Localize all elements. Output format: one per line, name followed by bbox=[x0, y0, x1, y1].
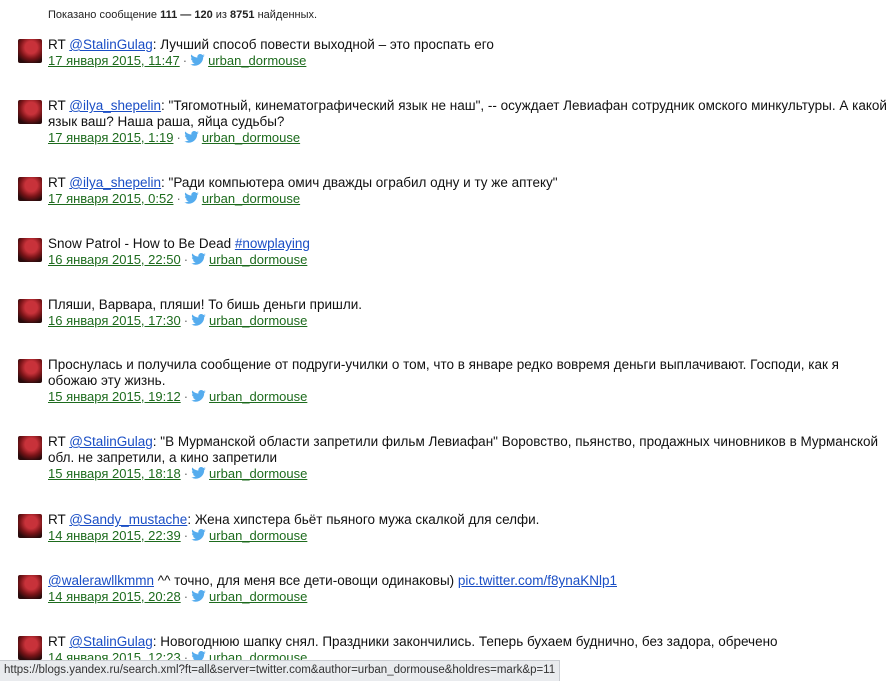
avatar[interactable] bbox=[18, 636, 42, 660]
post-date-link[interactable]: 15 января 2015, 19:12 bbox=[48, 389, 181, 404]
avatar[interactable] bbox=[18, 299, 42, 323]
avatar[interactable] bbox=[18, 514, 42, 538]
post-date-link[interactable]: 14 января 2015, 22:39 bbox=[48, 528, 181, 543]
twitter-bird-icon bbox=[191, 467, 206, 479]
pic-link[interactable]: pic.twitter.com/f8ynaKNlp1 bbox=[458, 573, 617, 588]
rt-label: RT bbox=[48, 175, 66, 190]
mention-link[interactable]: @StalinGulag bbox=[69, 434, 153, 449]
post-text: @walerawllkmmn ^^ точно, для меня все де… bbox=[48, 573, 617, 588]
post-text: RT @Sandy_mustache: Жена хипстера бьёт п… bbox=[48, 512, 540, 527]
author-link[interactable]: urban_dormouse bbox=[209, 466, 307, 481]
post-text: Проснулась и получила сообщение от подру… bbox=[48, 357, 839, 388]
post-meta: 14 января 2015, 22:39 · urban_dormouse bbox=[48, 528, 308, 543]
browser-status-bar: https://blogs.yandex.ru/search.xml?ft=al… bbox=[0, 660, 561, 681]
post-meta: 16 января 2015, 17:30 · urban_dormouse bbox=[48, 313, 308, 328]
post-meta: 17 января 2015, 0:52 · urban_dormouse bbox=[48, 191, 301, 206]
rt-label: RT bbox=[48, 634, 66, 649]
mention-link[interactable]: @ilya_shepelin bbox=[69, 175, 161, 190]
author-link[interactable]: urban_dormouse bbox=[202, 130, 300, 145]
avatar[interactable] bbox=[18, 359, 42, 383]
author-link[interactable]: urban_dormouse bbox=[202, 191, 300, 206]
post-date-link[interactable]: 17 января 2015, 11:47 bbox=[48, 53, 180, 68]
post-text: RT @ilya_shepelin: "Ради компьютера омич… bbox=[48, 175, 558, 190]
status-url: https://blogs.yandex.ru/search.xml?ft=al… bbox=[4, 664, 556, 676]
post-date-link[interactable]: 14 января 2015, 20:28 bbox=[48, 589, 181, 604]
post-text: RT @ilya_shepelin: "Тягомотный, кинемато… bbox=[48, 98, 887, 129]
avatar[interactable] bbox=[18, 575, 42, 599]
post-meta: 16 января 2015, 22:50 · urban_dormouse bbox=[48, 252, 308, 267]
author-link[interactable]: urban_dormouse bbox=[209, 252, 307, 267]
post-date-link[interactable]: 17 января 2015, 0:52 bbox=[48, 191, 173, 206]
hashtag-link[interactable]: #nowplaying bbox=[235, 236, 310, 251]
twitter-bird-icon bbox=[190, 54, 205, 66]
post-meta: 15 января 2015, 19:12 · urban_dormouse bbox=[48, 389, 308, 404]
results-summary: Показано сообщение 111 — 120 из 8751 най… bbox=[48, 9, 318, 21]
twitter-bird-icon bbox=[191, 390, 206, 402]
post-date-link[interactable]: 16 января 2015, 22:50 bbox=[48, 252, 181, 267]
rt-label: RT bbox=[48, 98, 66, 113]
twitter-bird-icon bbox=[191, 590, 206, 602]
twitter-bird-icon bbox=[191, 253, 206, 265]
post-text: Snow Patrol - How to Be Dead #nowplaying bbox=[48, 236, 310, 251]
post-meta: 14 января 2015, 20:28 · urban_dormouse bbox=[48, 589, 308, 604]
author-link[interactable]: urban_dormouse bbox=[209, 313, 307, 328]
post-text: RT @StalinGulag: "В Мурманской области з… bbox=[48, 434, 879, 465]
avatar[interactable] bbox=[18, 39, 42, 63]
avatar[interactable] bbox=[18, 436, 42, 460]
post-meta: 15 января 2015, 18:18 · urban_dormouse bbox=[48, 466, 308, 481]
avatar[interactable] bbox=[18, 177, 42, 201]
post-text: Пляши, Варвара, пляши! То бишь деньги пр… bbox=[48, 297, 362, 312]
mention-link[interactable]: @walerawllkmmn bbox=[48, 573, 154, 588]
post-meta: 17 января 2015, 1:19 · urban_dormouse bbox=[48, 130, 301, 145]
twitter-bird-icon bbox=[184, 131, 199, 143]
mention-link[interactable]: @StalinGulag bbox=[69, 634, 153, 649]
twitter-bird-icon bbox=[191, 314, 206, 326]
avatar[interactable] bbox=[18, 238, 42, 262]
post-text: RT @StalinGulag: Лучший способ повести в… bbox=[48, 37, 494, 52]
post-date-link[interactable]: 17 января 2015, 1:19 bbox=[48, 130, 173, 145]
rt-label: RT bbox=[48, 512, 66, 527]
avatar[interactable] bbox=[18, 100, 42, 124]
twitter-bird-icon bbox=[184, 192, 199, 204]
author-link[interactable]: urban_dormouse bbox=[209, 589, 307, 604]
post-meta: 17 января 2015, 11:47 · urban_dormouse bbox=[48, 53, 307, 68]
mention-link[interactable]: @Sandy_mustache bbox=[69, 512, 187, 527]
mention-link[interactable]: @StalinGulag bbox=[69, 37, 153, 52]
post-date-link[interactable]: 15 января 2015, 18:18 bbox=[48, 466, 181, 481]
rt-label: RT bbox=[48, 434, 66, 449]
author-link[interactable]: urban_dormouse bbox=[208, 53, 306, 68]
rt-label: RT bbox=[48, 37, 66, 52]
post-date-link[interactable]: 16 января 2015, 17:30 bbox=[48, 313, 181, 328]
mention-link[interactable]: @ilya_shepelin bbox=[69, 98, 161, 113]
post-text: RT @StalinGulag: Новогоднюю шапку снял. … bbox=[48, 634, 778, 649]
author-link[interactable]: urban_dormouse bbox=[209, 389, 307, 404]
twitter-bird-icon bbox=[191, 529, 206, 541]
author-link[interactable]: urban_dormouse bbox=[209, 528, 307, 543]
